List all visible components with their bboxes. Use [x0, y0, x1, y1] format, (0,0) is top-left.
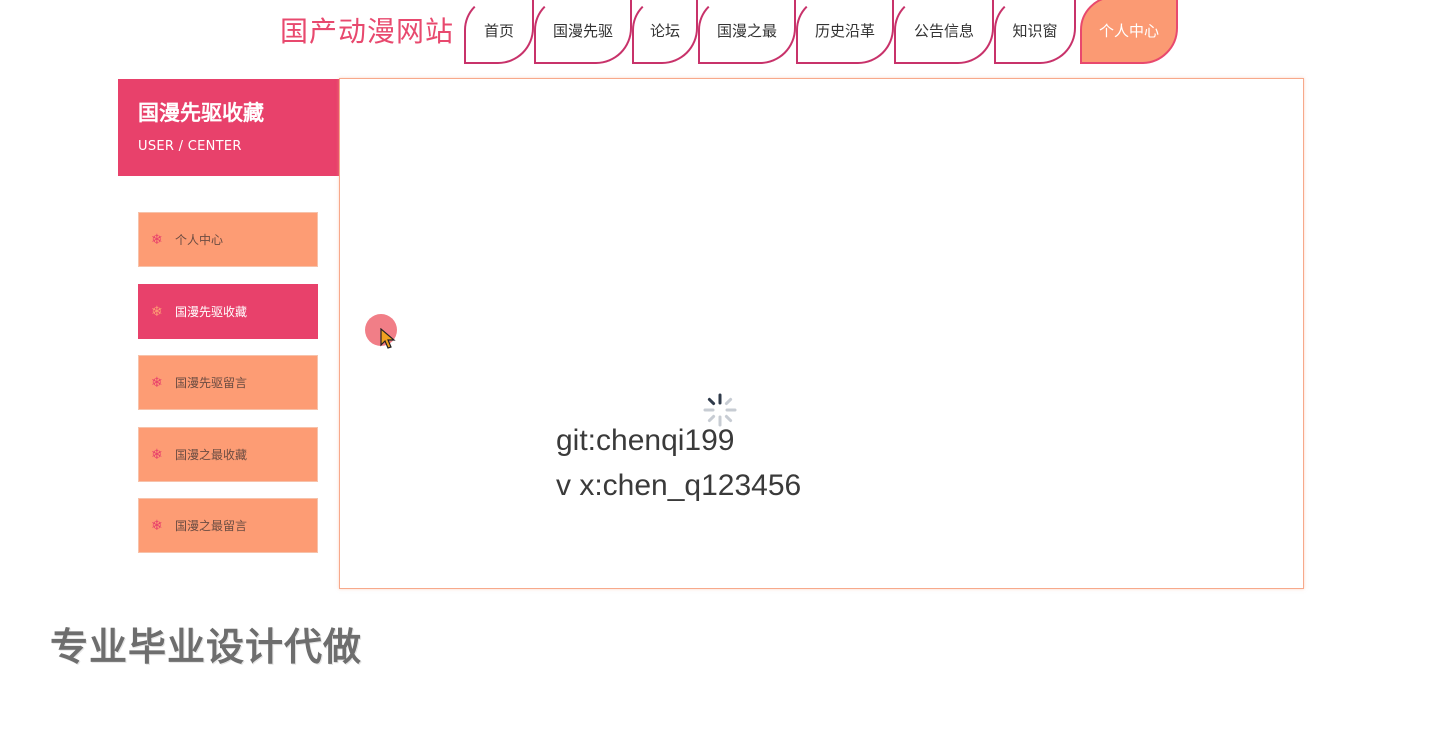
contact-git: git:chenqi199: [556, 424, 735, 457]
snowflake-icon: ❄: [151, 303, 163, 320]
sidebar-header: 国漫先驱收藏 USER / CENTER: [118, 79, 339, 176]
nav-tab-announcements[interactable]: 公告信息: [894, 0, 994, 64]
sidebar-item-label: 个人中心: [175, 233, 224, 247]
content-frame: [339, 78, 1304, 589]
nav-tab-best[interactable]: 国漫之最: [698, 0, 796, 64]
snowflake-icon: ❄: [151, 374, 163, 391]
watermark-text: 专业毕业设计代做: [50, 625, 363, 669]
sidebar-item-label: 国漫先驱留言: [175, 376, 248, 390]
snowflake-icon: ❄: [151, 446, 163, 463]
sidebar-item-best-messages[interactable]: ❄ 国漫之最留言: [138, 498, 318, 553]
contact-wechat: v x:chen_q123456: [556, 469, 802, 502]
nav-tab-forum[interactable]: 论坛: [632, 0, 698, 64]
sidebar-item-pioneer-favorites[interactable]: ❄ 国漫先驱收藏: [138, 284, 318, 339]
sidebar-item-label: 国漫先驱收藏: [175, 305, 248, 319]
sidebar-item-label: 国漫之最收藏: [175, 448, 248, 462]
mouse-cursor-icon: [380, 328, 396, 349]
sidebar-item-label: 国漫之最留言: [175, 519, 248, 533]
snowflake-icon: ❄: [151, 231, 163, 248]
nav-tab-pioneers[interactable]: 国漫先驱: [534, 0, 632, 64]
nav-tab-home[interactable]: 首页: [464, 0, 534, 64]
site-title: 国产动漫网站: [280, 15, 455, 48]
nav-tab-user-center[interactable]: 个人中心: [1080, 0, 1178, 64]
sidebar-item-user-center[interactable]: ❄ 个人中心: [138, 212, 318, 267]
sidebar-title: 国漫先驱收藏: [138, 101, 264, 125]
nav-tab-knowledge[interactable]: 知识窗: [994, 0, 1076, 64]
sidebar-item-best-favorites[interactable]: ❄ 国漫之最收藏: [138, 427, 318, 482]
loading-spinner-icon: [703, 393, 737, 427]
sidebar-item-pioneer-messages[interactable]: ❄ 国漫先驱留言: [138, 355, 318, 410]
nav-tab-history[interactable]: 历史沿革: [796, 0, 894, 64]
snowflake-icon: ❄: [151, 517, 163, 534]
sidebar-subtitle: USER / CENTER: [138, 139, 242, 154]
